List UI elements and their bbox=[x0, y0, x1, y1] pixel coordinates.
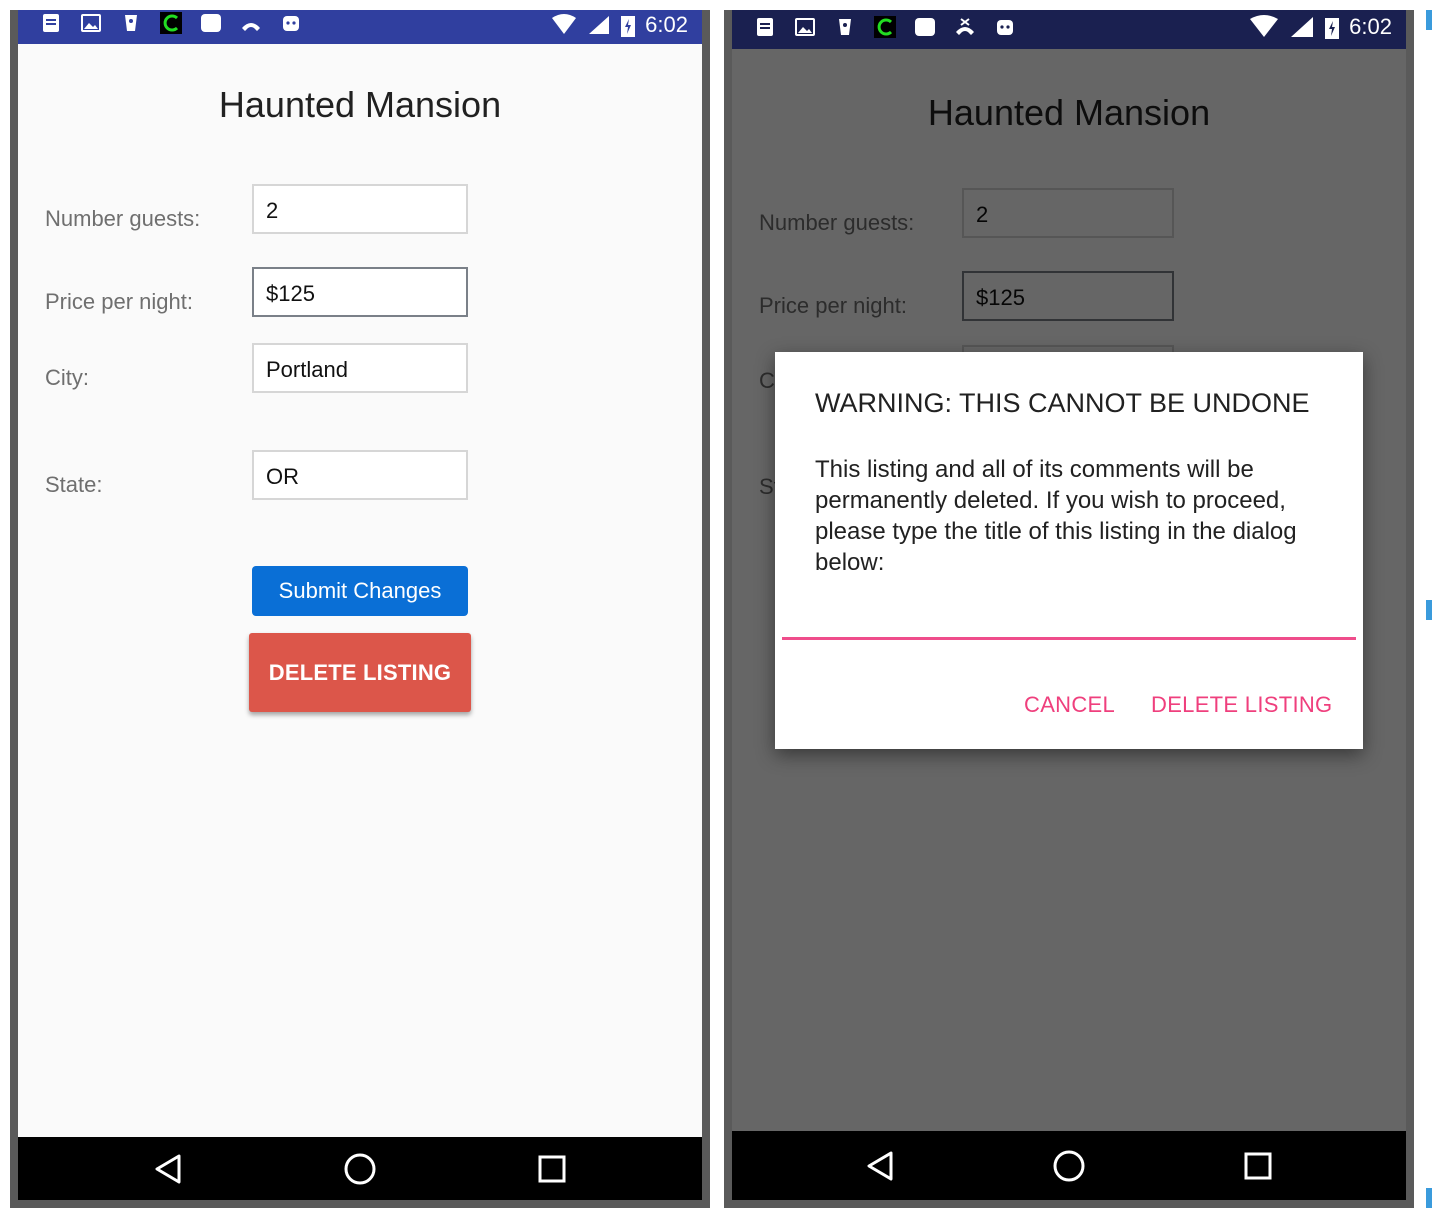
home-icon[interactable] bbox=[1052, 1149, 1086, 1183]
cursor-app-icon bbox=[160, 12, 182, 34]
status-bar: 6:02 bbox=[18, 10, 702, 44]
image-icon bbox=[81, 14, 101, 32]
city-label: City: bbox=[45, 365, 89, 390]
edge-divider bbox=[1426, 10, 1432, 30]
home-icon[interactable] bbox=[343, 1152, 377, 1186]
chat-icon bbox=[915, 18, 935, 36]
shield-icon bbox=[125, 15, 137, 31]
state-label: State: bbox=[45, 472, 103, 497]
price-label: Price per night: bbox=[45, 289, 193, 314]
dialog-message: This listing and all of its comments wil… bbox=[815, 456, 1297, 576]
cancel-button[interactable]: CANCEL bbox=[1024, 692, 1115, 718]
notes-icon bbox=[43, 14, 59, 32]
delete-listing-button[interactable]: DELETE LISTING bbox=[249, 633, 471, 712]
android-icon bbox=[997, 20, 1013, 35]
page-title: Haunted Mansion bbox=[218, 84, 502, 125]
guests-label: Number guests: bbox=[45, 206, 201, 231]
image-icon bbox=[795, 18, 815, 36]
edge-divider bbox=[1426, 600, 1432, 620]
call-icon bbox=[242, 23, 260, 31]
phone-screen-dialog: Haunted Mansion Number guests: 2 Price p… bbox=[732, 10, 1406, 1200]
city-field[interactable]: Portland bbox=[252, 343, 468, 393]
chat-icon bbox=[201, 14, 221, 32]
status-time: 6:02 bbox=[645, 12, 688, 37]
status-bar: 6:02 bbox=[732, 10, 1406, 49]
edge-divider bbox=[1426, 1188, 1432, 1208]
delete-confirm-dialog: WARNING: THIS CANNOT BE UNDONE This list… bbox=[775, 352, 1363, 749]
back-icon[interactable] bbox=[153, 1153, 183, 1185]
cursor-app-icon bbox=[874, 16, 896, 38]
submit-changes-button[interactable]: Submit Changes bbox=[252, 566, 468, 616]
battery-charging-icon bbox=[621, 16, 636, 37]
confirm-delete-button[interactable]: DELETE LISTING bbox=[1151, 692, 1332, 718]
edit-listing-form: Haunted Mansion Number guests: 2 Price p… bbox=[18, 44, 702, 1137]
guests-field[interactable]: 2 bbox=[252, 184, 468, 234]
android-icon bbox=[283, 16, 299, 31]
notes-icon bbox=[757, 18, 773, 36]
navigation-bar bbox=[732, 1131, 1406, 1200]
dialog-title: WARNING: THIS CANNOT BE UNDONE bbox=[815, 388, 1310, 418]
battery-charging-icon bbox=[1325, 18, 1340, 39]
recents-icon[interactable] bbox=[1243, 1151, 1273, 1181]
signal-icon bbox=[1291, 17, 1314, 37]
recents-icon[interactable] bbox=[537, 1154, 567, 1184]
confirm-title-input[interactable] bbox=[782, 600, 1356, 640]
wifi-icon bbox=[1250, 15, 1279, 37]
shield-icon bbox=[839, 19, 851, 35]
state-field[interactable]: OR bbox=[252, 450, 468, 500]
price-field[interactable]: $125 bbox=[252, 267, 468, 317]
phone-screen-edit: 6:02 Haunted Mansion Number guests: 2 Pr… bbox=[18, 10, 702, 1200]
status-time: 6:02 bbox=[1349, 14, 1392, 39]
signal-icon bbox=[589, 16, 610, 34]
call-icon bbox=[956, 18, 974, 35]
wifi-icon bbox=[552, 14, 577, 34]
navigation-bar bbox=[18, 1137, 702, 1200]
back-icon[interactable] bbox=[865, 1150, 895, 1182]
